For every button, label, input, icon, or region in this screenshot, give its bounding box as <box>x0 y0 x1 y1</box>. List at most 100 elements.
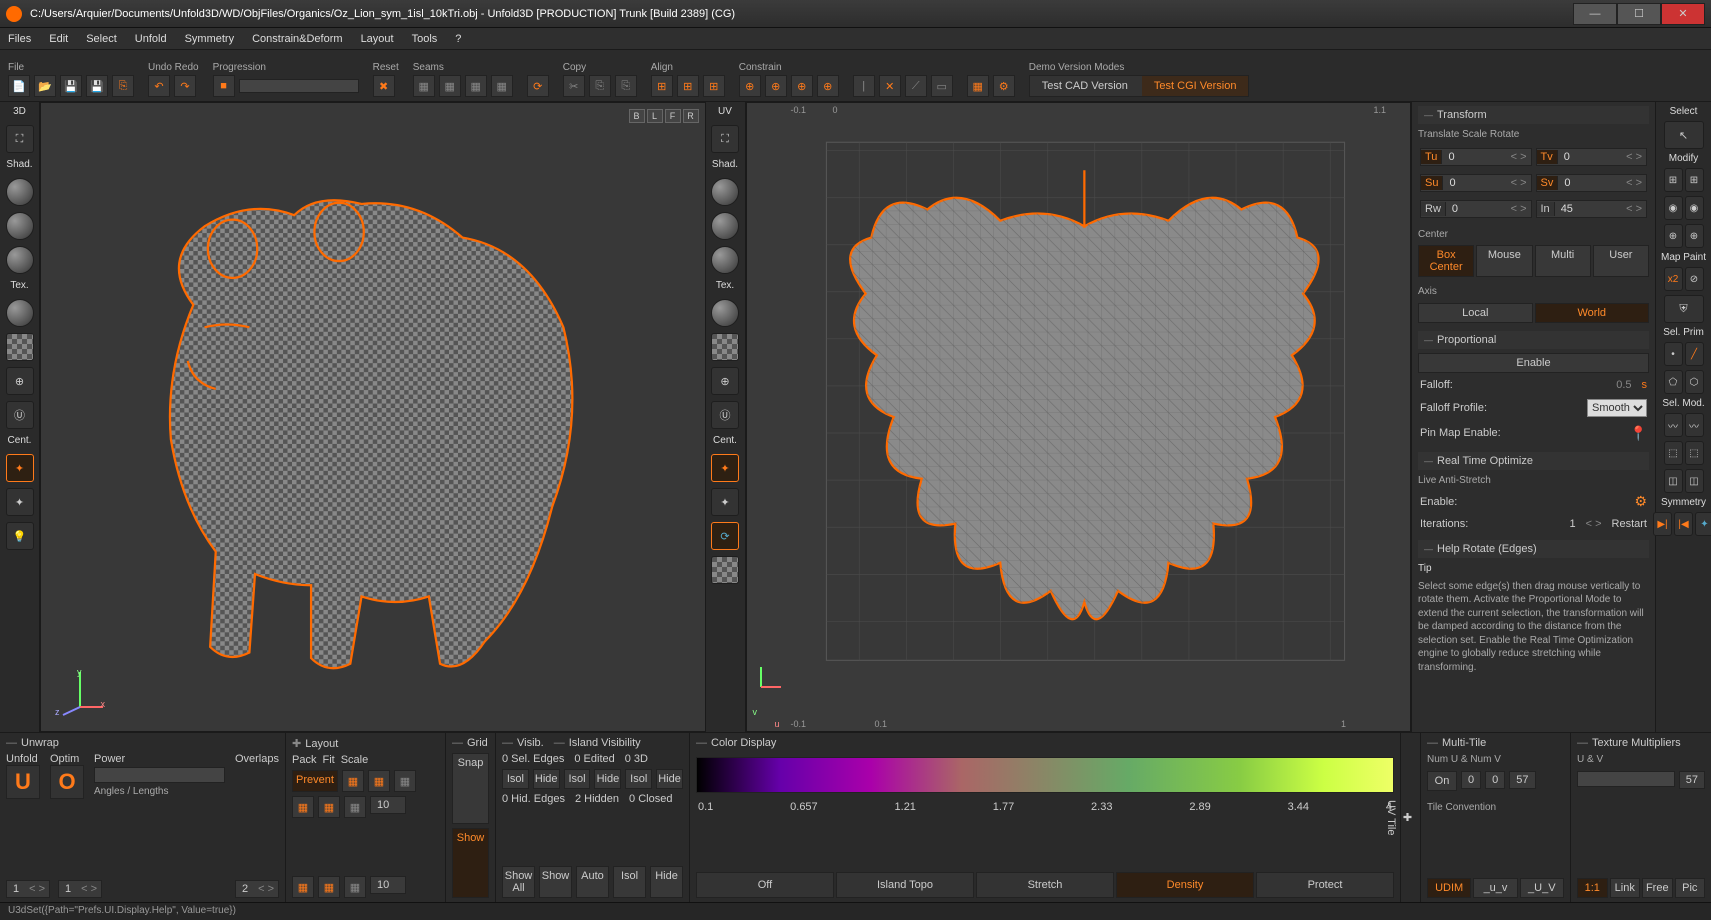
sbuv-tex1[interactable] <box>711 299 739 327</box>
tm-11[interactable]: 1:1 <box>1577 878 1608 898</box>
view-l[interactable]: L <box>647 109 663 123</box>
center-multi[interactable]: Multi <box>1535 245 1591 277</box>
in-field[interactable]: 45 <box>1555 202 1622 216</box>
sp-4[interactable]: ⬡ <box>1685 370 1704 394</box>
close-button[interactable]: ✕ <box>1661 3 1705 25</box>
sb3d-tex3[interactable]: ⊕ <box>6 367 34 395</box>
prop-enable[interactable]: Enable <box>1418 353 1649 373</box>
align-3[interactable]: ⊞ <box>703 75 725 97</box>
panel-rto-header[interactable]: —Real Time Optimize <box>1418 452 1649 470</box>
mt-v1[interactable]: 0 <box>1462 773 1480 787</box>
con-4[interactable]: ⊕ <box>817 75 839 97</box>
mp-1[interactable]: x2 <box>1664 267 1683 291</box>
on-button[interactable]: On <box>1427 771 1457 791</box>
sm-3[interactable]: ⬚ <box>1664 441 1683 465</box>
view-r[interactable]: R <box>683 109 699 123</box>
mod-1[interactable]: ⊞ <box>1664 168 1683 192</box>
menu-constrain[interactable]: Constrain&Deform <box>252 33 342 45</box>
sb3d-bulb-icon[interactable]: 💡 <box>6 522 34 550</box>
redo-button[interactable]: ↷ <box>174 75 196 97</box>
vis-hide1[interactable]: Hide <box>533 769 560 789</box>
cm-island[interactable]: Island Topo <box>836 872 974 898</box>
menu-help[interactable]: ? <box>455 33 461 45</box>
vis-hide3[interactable]: Hide <box>656 769 683 789</box>
sp-1[interactable]: • <box>1664 342 1683 366</box>
pack-2[interactable]: ▦ <box>368 770 390 792</box>
fit-3[interactable]: ▦ <box>344 796 366 818</box>
misc-1[interactable]: | <box>853 75 875 97</box>
demo-cad-tab[interactable]: Test CAD Version <box>1030 76 1140 96</box>
mp-2[interactable]: ⊘ <box>1685 267 1704 291</box>
sb3d-shade3[interactable] <box>6 246 34 274</box>
tc-udim[interactable]: UDIM <box>1427 878 1471 898</box>
sbuv-cent1[interactable]: ✦ <box>711 454 739 482</box>
tc-uv1[interactable]: _u_v <box>1473 878 1517 898</box>
refresh-button[interactable]: ⟳ <box>527 75 549 97</box>
sb3d-cent1[interactable]: ✦ <box>6 454 34 482</box>
sbuv-shade3[interactable] <box>711 246 739 274</box>
misc-2[interactable]: ✕ <box>879 75 901 97</box>
reset-button[interactable]: ✖ <box>373 75 395 97</box>
sym-2[interactable]: |◀ <box>1674 512 1693 536</box>
sbuv-shade1[interactable] <box>711 178 739 206</box>
vis-hide4[interactable]: Hide <box>650 866 683 898</box>
sm-4[interactable]: ⬚ <box>1685 441 1704 465</box>
vis-hide2[interactable]: Hide <box>594 769 621 789</box>
unwrap-n2[interactable]: 1 <box>59 882 77 896</box>
sb3d-cent2[interactable]: ✦ <box>6 488 34 516</box>
misc-5[interactable]: ▦ <box>967 75 989 97</box>
snap-button[interactable]: Snap <box>452 753 489 824</box>
cm-density[interactable]: Density <box>1116 872 1254 898</box>
export-button[interactable]: ⎘ <box>112 75 134 97</box>
stop-button[interactable]: ■ <box>213 75 235 97</box>
seam-4[interactable]: ▦ <box>491 75 513 97</box>
center-user[interactable]: User <box>1593 245 1649 277</box>
restart-button[interactable]: Restart <box>1612 518 1647 530</box>
center-mouse[interactable]: Mouse <box>1476 245 1532 277</box>
saveas-button[interactable]: 💾 <box>86 75 108 97</box>
sbuv-grid-icon[interactable] <box>711 556 739 584</box>
sb3d-tex4[interactable]: Ⓤ <box>6 401 34 429</box>
tm-link[interactable]: Link <box>1610 878 1641 898</box>
scale-2[interactable]: 10 <box>371 878 395 892</box>
optim-button[interactable]: O <box>50 765 84 799</box>
vis-isol4[interactable]: Isol <box>613 866 646 898</box>
undo-button[interactable]: ↶ <box>148 75 170 97</box>
iter-value[interactable]: 1 <box>1570 518 1576 530</box>
vis-show[interactable]: Show <box>539 866 572 898</box>
sb3d-checker-icon[interactable] <box>6 333 34 361</box>
cursor-icon[interactable]: ↖ <box>1664 121 1704 149</box>
menu-symmetry[interactable]: Symmetry <box>185 33 235 45</box>
mt-v2[interactable]: 0 <box>1486 773 1504 787</box>
vis-auto[interactable]: Auto <box>576 866 609 898</box>
tc-uv2[interactable]: _U_V <box>1520 878 1564 898</box>
save-button[interactable]: 💾 <box>60 75 82 97</box>
tu-field[interactable]: 0 <box>1442 150 1506 164</box>
panel-help-header[interactable]: —Help Rotate (Edges) <box>1418 540 1649 558</box>
lay-b1[interactable]: ▦ <box>292 876 314 898</box>
prevent-button[interactable]: Prevent <box>292 770 338 792</box>
sbuv-checker-icon[interactable] <box>711 333 739 361</box>
menu-files[interactable]: Files <box>8 33 31 45</box>
cm-protect[interactable]: Protect <box>1256 872 1394 898</box>
sv-field[interactable]: 0 <box>1558 176 1622 190</box>
mod-6[interactable]: ⊕ <box>1685 224 1704 248</box>
vis-showall[interactable]: Show All <box>502 866 535 898</box>
maximize-button[interactable]: ☐ <box>1617 3 1661 25</box>
sp-2[interactable]: ╱ <box>1685 342 1704 366</box>
misc-4[interactable]: ▭ <box>931 75 953 97</box>
sb3d-shade2[interactable] <box>6 212 34 240</box>
pin-icon[interactable]: 📍 <box>1630 425 1647 442</box>
lay-b2[interactable]: ▦ <box>318 876 340 898</box>
unfold-button[interactable]: U <box>6 765 40 799</box>
menu-select[interactable]: Select <box>86 33 117 45</box>
pack-1[interactable]: ▦ <box>342 770 364 792</box>
sb3d-frame-icon[interactable]: ⛶ <box>6 125 34 153</box>
tm-pic[interactable]: Pic <box>1675 878 1706 898</box>
fit-2[interactable]: ▦ <box>318 796 340 818</box>
mod-2[interactable]: ⊞ <box>1685 168 1704 192</box>
view-f[interactable]: F <box>665 109 681 123</box>
sm-5[interactable]: ◫ <box>1664 469 1683 493</box>
viewport-3d[interactable]: B L F R yxz <box>40 102 706 732</box>
misc-3[interactable]: ⟋ <box>905 75 927 97</box>
